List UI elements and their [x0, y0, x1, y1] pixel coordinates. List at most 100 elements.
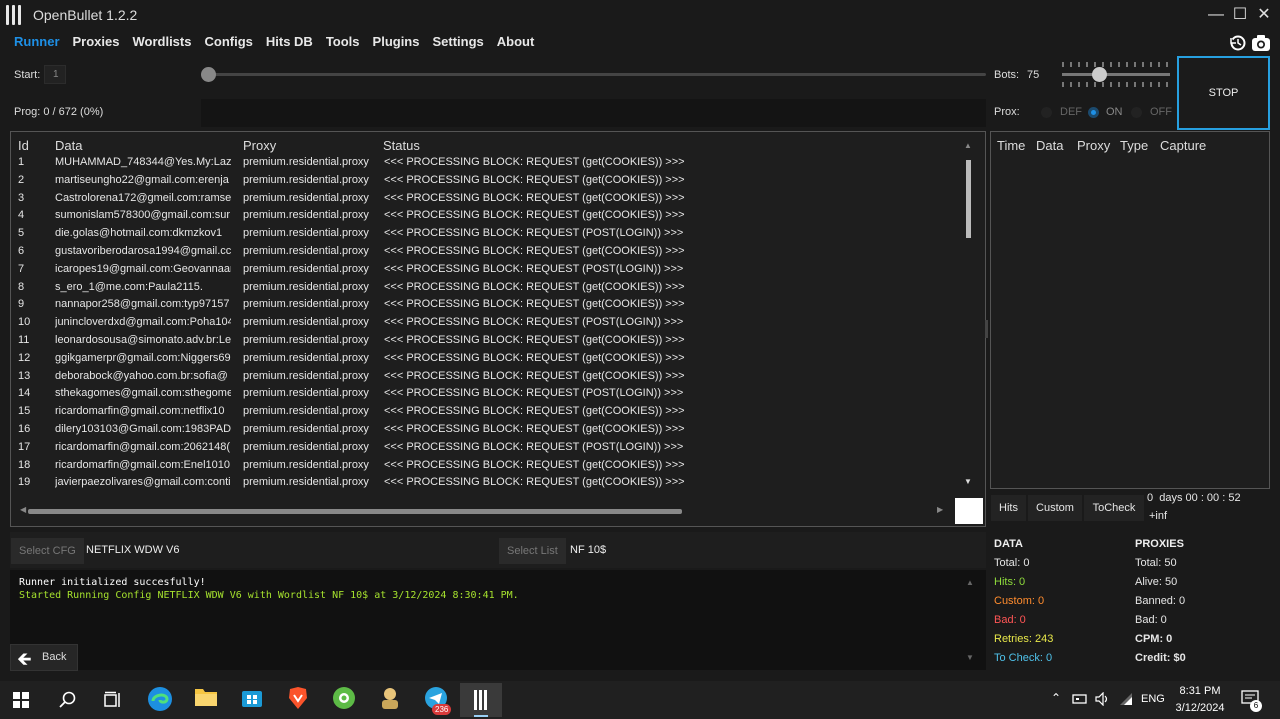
table-row[interactable]: 15 ricardomarfin@gmail.com:netflix10 premi… [10, 403, 955, 421]
cell-proxy: premium.residential.proxy [243, 227, 369, 240]
cell-id: 12 [18, 351, 31, 364]
proxy-stat: CPM: 0 [1135, 633, 1173, 645]
table-row[interactable]: 17 ricardomarfin@gmail.com:2062148(premiu… [10, 439, 955, 457]
table-row[interactable]: 5 die.golas@hotmail.com:dkmzkov1 premium.r… [10, 225, 955, 243]
camera-icon[interactable] [1251, 34, 1271, 52]
log-scroll-up-icon[interactable]: ▲ [966, 578, 974, 587]
maximize-icon[interactable]: ☐ [1228, 4, 1252, 26]
clock-date[interactable]: 3/12/2024 [1172, 702, 1228, 714]
cell-proxy: premium.residential.proxy [243, 262, 369, 275]
close-icon[interactable]: ✕ [1252, 4, 1276, 26]
col-data-header[interactable]: Data [55, 138, 82, 153]
edge-browser-icon[interactable] [146, 686, 174, 714]
tab-tocheck[interactable]: ToCheck [1084, 495, 1144, 521]
start-slider-thumb[interactable] [201, 67, 216, 82]
user-app-icon[interactable] [376, 686, 404, 714]
scroll-right-icon[interactable]: ▶ [937, 505, 943, 514]
grid-vscroll-thumb[interactable] [966, 160, 971, 238]
cell-data: sumonislam578300@gmail.com:sur [55, 209, 231, 222]
menu-plugins[interactable]: Plugins [373, 34, 420, 52]
col-status-header[interactable]: Status [383, 138, 420, 153]
splitter-handle[interactable] [985, 320, 988, 338]
language-indicator[interactable]: ENG [1141, 693, 1165, 705]
start-slider[interactable] [201, 73, 986, 76]
tab-hits[interactable]: Hits [991, 495, 1026, 521]
start-input[interactable]: 1 [44, 65, 66, 84]
wifi-icon[interactable] [1118, 692, 1134, 709]
slider-tick [1070, 82, 1072, 87]
table-row[interactable]: 4 sumonislam578300@gmail.com:sur premium.r… [10, 207, 955, 225]
table-row[interactable]: 9 nannapor258@gmail.com:typ97157 premium.r… [10, 296, 955, 314]
table-row[interactable]: 2 martiseungho22@gmail.com:erenja premium.… [10, 172, 955, 190]
hits-col-type[interactable]: Type [1120, 138, 1148, 153]
slider-tick [1150, 82, 1152, 87]
network-device-icon[interactable] [1072, 692, 1088, 709]
log-scroll-down-icon[interactable]: ▼ [966, 653, 974, 662]
table-row[interactable]: 10 junincloverdxd@gmail.com:Poha104 premiu… [10, 314, 955, 332]
cell-proxy: premium.residential.proxy [243, 245, 369, 257]
menu-tools[interactable]: Tools [326, 34, 360, 52]
hits-col-time[interactable]: Time [997, 138, 1025, 153]
slider-tick [1102, 82, 1104, 87]
menu-runner[interactable]: Runner [14, 34, 60, 52]
table-row[interactable]: 12 ggikgamerpr@gmail.com:Niggers69 premium… [10, 350, 955, 368]
menu-hits-db[interactable]: Hits DB [266, 34, 313, 52]
table-row[interactable]: 19 javierpaezolivares@gmail.com:conti prem… [10, 474, 955, 492]
table-row[interactable]: 16 dilery103103@Gmail.com:1983PADI premium… [10, 421, 955, 439]
volume-icon[interactable] [1095, 691, 1111, 709]
cell-data: ricardomarfin@gmail.com:netflix10 [55, 405, 225, 418]
scroll-left-icon[interactable]: ◀ [20, 505, 26, 514]
file-explorer-icon[interactable] [192, 686, 220, 714]
minimize-icon[interactable]: — [1204, 4, 1228, 26]
runner-log[interactable]: Runner initialized succesfully! Started … [10, 570, 986, 670]
stop-button[interactable]: STOP [1177, 56, 1270, 130]
table-row[interactable]: 7 icaropes19@gmail.com:Geovannaar premium.… [10, 261, 955, 279]
data-stat: To Check: 0 [994, 652, 1053, 664]
col-id-header[interactable]: Id [18, 138, 29, 153]
table-row[interactable]: 18 ricardomarfin@gmail.com:Enel1010 premiu… [10, 457, 955, 475]
brave-browser-icon[interactable] [284, 686, 312, 714]
cell-proxy: premium.residential.proxy [243, 298, 369, 311]
hits-col-data[interactable]: Data [1036, 138, 1063, 153]
prox-def-radio[interactable] [1041, 107, 1052, 118]
menu-about[interactable]: About [497, 34, 535, 52]
menu-settings[interactable]: Settings [432, 34, 483, 52]
bots-slider-thumb[interactable] [1092, 67, 1107, 82]
menu-wordlists[interactable]: Wordlists [132, 34, 191, 52]
chevron-up-icon[interactable]: ⌃ [1051, 691, 1061, 705]
table-row[interactable]: 14 sthekagomes@gmail.com:sthegome premium.… [10, 385, 955, 403]
table-row[interactable]: 6 gustavoriberodarosa1994@gmail.cc premium… [10, 243, 955, 261]
task-view-icon[interactable] [103, 691, 121, 712]
prox-off-radio[interactable] [1131, 107, 1142, 118]
grid-horizontal-scrollbar[interactable] [28, 509, 682, 514]
menu-proxies[interactable]: Proxies [73, 34, 120, 52]
cell-data: deborabock@yahoo.com.br:sofia@ [55, 369, 228, 382]
windows-start-icon[interactable] [13, 692, 29, 711]
col-proxy-header[interactable]: Proxy [243, 138, 276, 153]
cell-id: 2 [18, 173, 25, 186]
table-row[interactable]: 8 s_ero_1@me.com:Paula2115. premium.reside… [10, 279, 955, 297]
hits-col-proxy[interactable]: Proxy [1077, 138, 1110, 153]
select-list-button[interactable]: Select List [499, 538, 566, 564]
scroll-up-icon[interactable]: ▲ [964, 141, 972, 150]
prox-on-radio[interactable] [1088, 107, 1099, 118]
data-stat: Retries: 243 [994, 633, 1054, 645]
green-app-icon[interactable] [330, 686, 358, 714]
cell-id: 8 [18, 280, 25, 293]
table-row[interactable]: 13 deborabock@yahoo.com.br:sofia@ premium.… [10, 368, 955, 386]
table-row[interactable]: 11 leonardosousa@simonato.adv.br:Le premiu… [10, 332, 955, 350]
refresh-icon[interactable] [1229, 34, 1247, 52]
scroll-down-icon[interactable]: ▼ [964, 477, 972, 486]
search-icon[interactable] [59, 691, 77, 712]
cell-status: <<< PROCESSING BLOCK: REQUEST (get(COOKI… [384, 423, 685, 435]
store-icon[interactable] [238, 686, 266, 714]
bots-slider[interactable] [1062, 73, 1170, 76]
select-cfg-button[interactable]: Select CFG [11, 538, 84, 564]
hits-col-capture[interactable]: Capture [1160, 138, 1206, 153]
cell-id: 4 [18, 209, 25, 222]
menu-configs[interactable]: Configs [204, 34, 252, 52]
table-row[interactable]: 1 MUHAMMAD_748344@Yes.My:Lazi premium.resi… [10, 154, 955, 172]
clock-time[interactable]: 8:31 PM [1176, 685, 1224, 697]
tab-custom[interactable]: Custom [1028, 495, 1082, 521]
table-row[interactable]: 3 Castrolorena172@gmeil.com:ramse premium.… [10, 190, 955, 208]
